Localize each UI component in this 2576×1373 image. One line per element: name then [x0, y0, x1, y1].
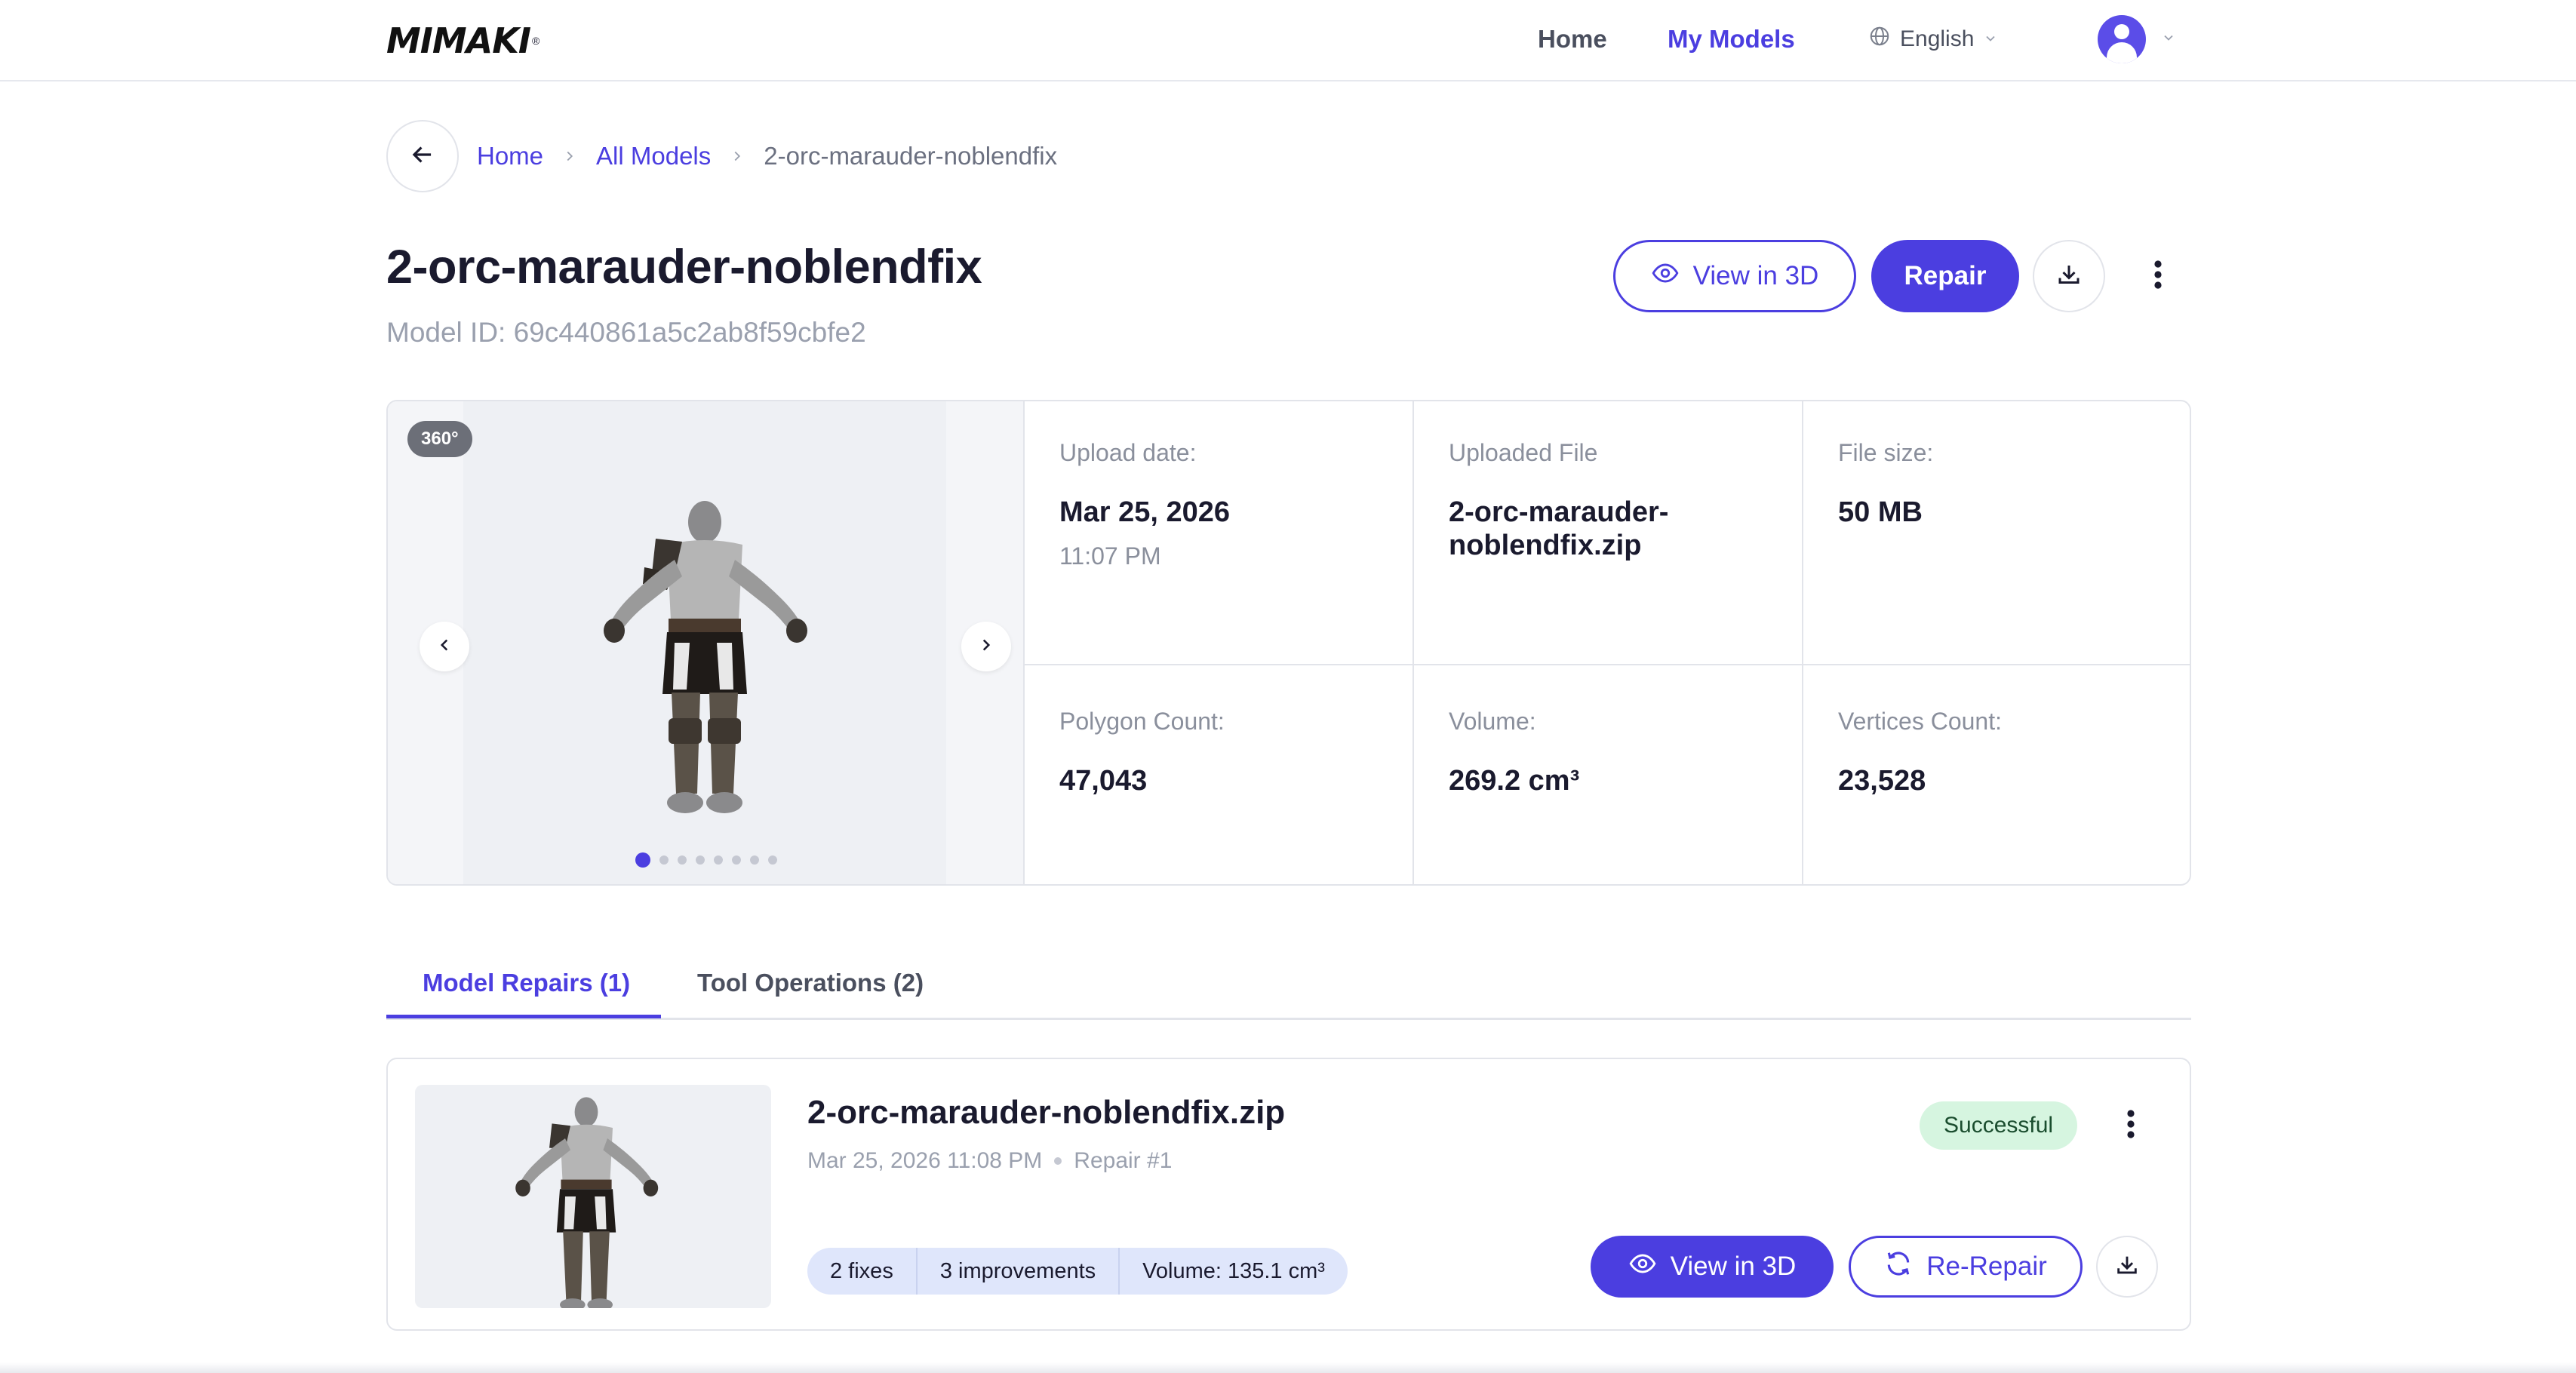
eye-icon — [1651, 259, 1680, 294]
uploaded-file-label: Uploaded File — [1449, 439, 1598, 466]
mimaki-logo[interactable]: MIMAKI ® — [386, 20, 539, 62]
repair-more-options-button[interactable] — [2116, 1103, 2146, 1148]
model-preview-carousel[interactable]: 360° — [388, 401, 1023, 884]
nav-my-models-link[interactable]: My Models — [1668, 23, 1795, 56]
more-options-button[interactable] — [2140, 255, 2176, 297]
model-info-card: 360° Upload date: Mar 25, 2026 11:07 PM … — [386, 400, 2191, 886]
volume-value: 269.2 cm³ — [1449, 765, 1580, 797]
orc-model-preview — [604, 501, 807, 813]
uploaded-file-cell: Uploaded File 2-orc-marauder-noblendfix.… — [1412, 401, 1802, 665]
more-vertical-icon — [2153, 260, 2163, 293]
carousel-dot[interactable] — [635, 852, 650, 868]
repair-date: Mar 25, 2026 11:08 PM — [807, 1148, 1043, 1173]
download-icon — [2114, 1252, 2140, 1282]
carousel-dot[interactable] — [678, 855, 687, 865]
status-badge: Successful — [1920, 1101, 2078, 1150]
carousel-dot[interactable] — [732, 855, 741, 865]
model-id: Model ID: 69c440861a5c2ab8f59cbfe2 — [386, 317, 866, 348]
re-repair-button[interactable]: Re-Repair — [1849, 1236, 2083, 1298]
next-slide-button[interactable] — [961, 622, 1011, 671]
repair-download-button[interactable] — [2096, 1236, 2158, 1298]
orc-model-thumbnail — [515, 1097, 659, 1308]
carousel-dot[interactable] — [750, 855, 759, 865]
volume-chip: Volume: 135.1 cm³ — [1142, 1259, 1325, 1283]
page-title: 2-orc-marauder-noblendfix — [386, 241, 982, 293]
chevron-right-icon — [976, 635, 996, 659]
tab-tool-operations[interactable]: Tool Operations (2) — [697, 969, 924, 997]
carousel-dot[interactable] — [768, 855, 777, 865]
breadcrumb-all-models[interactable]: All Models — [596, 142, 711, 170]
top-navigation-bar: MIMAKI ® Home My Models English — [0, 0, 2576, 81]
repair-meta: Mar 25, 2026 11:08 PM Repair #1 — [807, 1148, 1172, 1174]
globe-icon — [1868, 25, 1891, 54]
repair-thumbnail[interactable] — [415, 1085, 771, 1308]
vertices-count-cell: Vertices Count: 23,528 — [1802, 665, 2190, 884]
download-button[interactable] — [2033, 240, 2105, 312]
upload-date-cell: Upload date: Mar 25, 2026 11:07 PM — [1023, 401, 1412, 665]
upload-time-value: 11:07 PM — [1059, 542, 1161, 570]
more-vertical-icon — [2126, 1109, 2135, 1143]
eye-icon — [1628, 1249, 1657, 1285]
improvements-chip: 3 improvements — [918, 1248, 1120, 1295]
chevron-left-icon — [435, 635, 454, 659]
active-tab-indicator — [386, 1015, 661, 1018]
polygon-count-value: 47,043 — [1059, 765, 1148, 797]
avatar — [2098, 15, 2146, 63]
refresh-icon — [1884, 1249, 1913, 1285]
uploaded-file-value: 2-orc-marauder-noblendfix.zip — [1449, 496, 1669, 561]
fixes-chip: 2 fixes — [807, 1248, 918, 1295]
file-size-value: 50 MB — [1838, 496, 1923, 528]
upload-date-label: Upload date: — [1059, 439, 1197, 466]
logo-text: MIMAKI — [386, 20, 531, 61]
file-size-cell: File size: 50 MB — [1802, 401, 2190, 665]
upload-date-value: Mar 25, 2026 — [1059, 496, 1231, 528]
repair-view-in-3d-label: View in 3D — [1670, 1252, 1797, 1281]
nav-home-link[interactable]: Home — [1538, 23, 1607, 56]
view-in-3d-label: View in 3D — [1692, 261, 1819, 290]
chevron-right-icon — [729, 148, 745, 164]
page-bottom-edge — [0, 1362, 2576, 1373]
download-icon — [2055, 261, 2083, 292]
re-repair-label: Re-Repair — [1926, 1252, 2047, 1281]
carousel-dot[interactable] — [714, 855, 723, 865]
arrow-left-icon — [408, 140, 437, 173]
repair-summary-chips: 2 fixes 3 improvements Volume: 135.1 cm³ — [807, 1248, 1348, 1295]
carousel-dot[interactable] — [696, 855, 705, 865]
chevron-down-icon — [2161, 30, 2176, 49]
view-in-3d-button[interactable]: View in 3D — [1613, 240, 1856, 312]
vertices-count-value: 23,528 — [1838, 765, 1926, 797]
previous-slide-button[interactable] — [420, 622, 469, 671]
section-tabs: Model Repairs (1) Tool Operations (2) — [386, 952, 2191, 1020]
repair-file-name: 2-orc-marauder-noblendfix.zip — [807, 1094, 1286, 1131]
repair-button[interactable]: Repair — [1871, 240, 2019, 312]
badge-360: 360° — [407, 421, 472, 457]
vertices-count-label: Vertices Count: — [1838, 708, 2002, 735]
file-size-label: File size: — [1838, 439, 1934, 466]
language-selector[interactable]: English — [1868, 23, 1998, 56]
back-button[interactable] — [386, 120, 459, 192]
separator-dot — [1054, 1157, 1062, 1165]
tab-model-repairs[interactable]: Model Repairs (1) — [423, 969, 630, 997]
breadcrumb-home[interactable]: Home — [477, 142, 543, 170]
polygon-count-label: Polygon Count: — [1059, 708, 1225, 735]
breadcrumb-current: 2-orc-marauder-noblendfix — [764, 142, 1058, 170]
polygon-count-cell: Polygon Count: 47,043 — [1023, 665, 1412, 884]
volume-cell: Volume: 269.2 cm³ — [1412, 665, 1802, 884]
repair-view-in-3d-button[interactable]: View in 3D — [1591, 1236, 1834, 1298]
breadcrumb: Home All Models 2-orc-marauder-noblendfi… — [477, 139, 1057, 174]
chevron-down-icon — [1983, 26, 1998, 52]
volume-label: Volume: — [1449, 708, 1536, 735]
language-label: English — [1900, 26, 1975, 51]
repair-list-item: 2-orc-marauder-noblendfix.zip Mar 25, 20… — [386, 1058, 2191, 1331]
repair-number: Repair #1 — [1074, 1148, 1173, 1173]
user-menu[interactable] — [2098, 15, 2176, 63]
chevron-right-icon — [561, 148, 578, 164]
carousel-dots — [635, 852, 777, 868]
carousel-dot[interactable] — [659, 855, 669, 865]
model-stats-grid: Upload date: Mar 25, 2026 11:07 PM Uploa… — [1023, 401, 2190, 884]
